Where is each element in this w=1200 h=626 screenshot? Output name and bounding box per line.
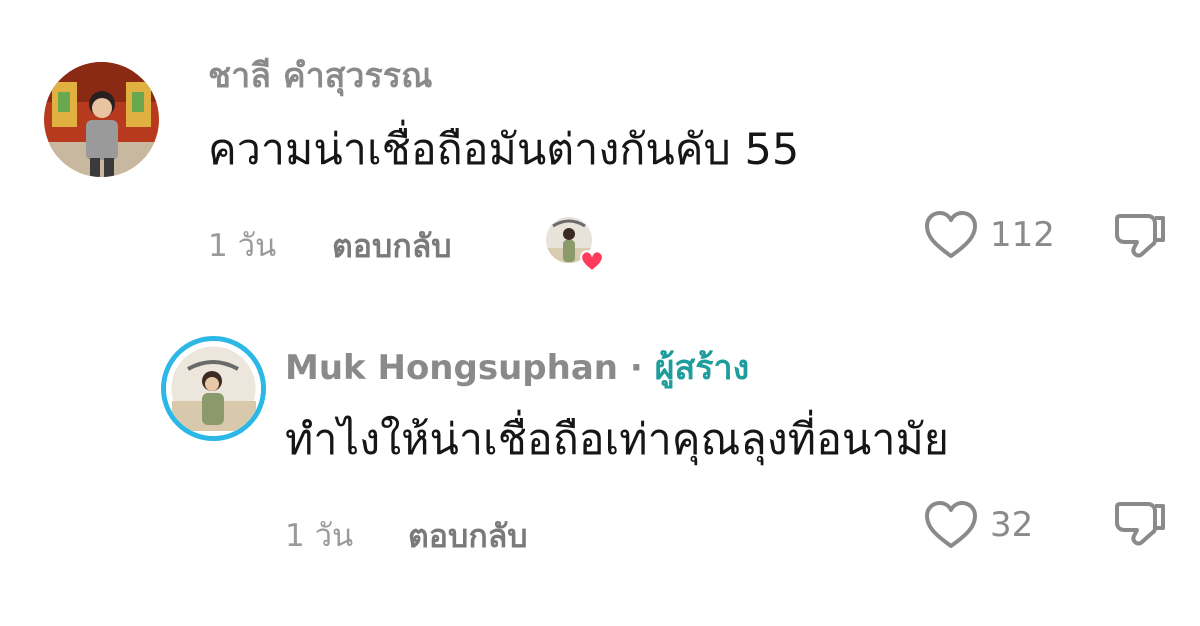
creator-badge: ผู้สร้าง — [654, 348, 750, 388]
separator-dot: · — [629, 348, 643, 388]
reply-comment-item: Muk Hongsuphan · ผู้สร้าง ทำไงให้น่าเชื่… — [0, 290, 1200, 626]
thumbs-down-icon — [1115, 214, 1165, 258]
thumbs-down-icon — [1115, 502, 1165, 546]
dislike-button[interactable] — [1112, 210, 1168, 270]
creator-liked-badge — [545, 212, 607, 274]
comment-text: ความน่าเชื่อถือมันต่างกันคับ 55 — [208, 125, 800, 175]
creator-liked-icon — [546, 217, 604, 273]
reply-button[interactable]: ตอบกลับ — [332, 226, 452, 266]
heart-outline-icon[interactable] — [924, 210, 978, 260]
comment-text: ทำไงให้น่าเชื่อถือเท่าคุณลุงที่อนามัย — [285, 415, 950, 465]
avatar[interactable] — [44, 62, 159, 177]
creator-username[interactable]: Muk Hongsuphan — [285, 348, 618, 388]
heart-outline-icon[interactable] — [924, 500, 978, 550]
comment-timestamp: 1 วัน — [285, 518, 354, 554]
like-button[interactable]: 112 — [924, 210, 1055, 260]
like-count: 32 — [990, 505, 1034, 545]
comment-username[interactable]: ชาลี คำสุวรรณ — [208, 56, 433, 96]
reply-button[interactable]: ตอบกลับ — [408, 516, 528, 556]
creator-avatar[interactable] — [161, 336, 266, 441]
like-count: 112 — [990, 215, 1055, 255]
dislike-button[interactable] — [1112, 498, 1168, 558]
comment-item: ชาลี คำสุวรรณ ความน่าเชื่อถือมันต่างกันค… — [0, 0, 1200, 290]
comment-username: Muk Hongsuphan · ผู้สร้าง — [285, 348, 749, 388]
comment-timestamp: 1 วัน — [208, 228, 277, 264]
like-button[interactable]: 32 — [924, 500, 1033, 550]
